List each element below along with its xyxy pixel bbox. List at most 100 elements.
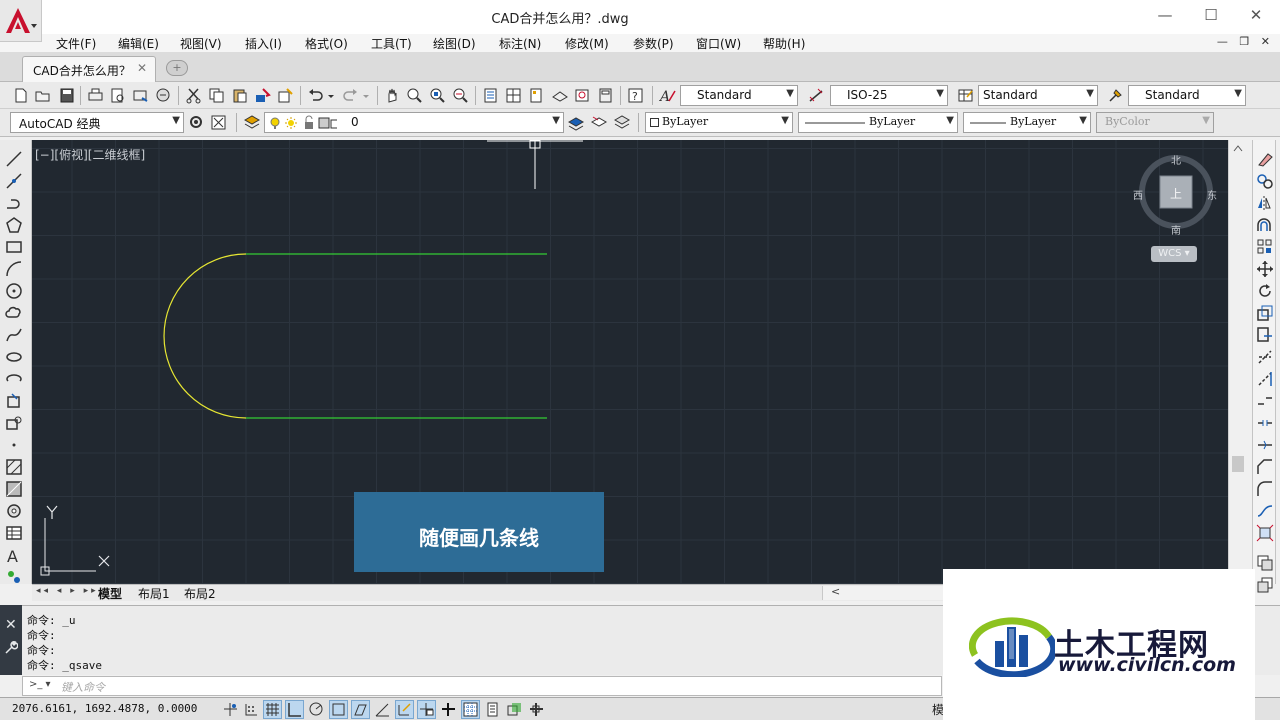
tab-layout1[interactable]: 布局1 xyxy=(138,585,170,602)
help-icon[interactable]: ? xyxy=(627,87,644,104)
tab-layout2[interactable]: 布局2 xyxy=(184,585,216,602)
match-properties-icon[interactable] xyxy=(254,87,271,104)
dynamic-ucs-icon[interactable] xyxy=(395,700,414,719)
stretch-icon[interactable] xyxy=(1256,326,1274,344)
dimension-style-icon[interactable] xyxy=(808,87,825,104)
menu-dimension[interactable]: 标注(N) xyxy=(499,35,541,52)
multileader-style-icon[interactable] xyxy=(1107,87,1124,104)
menu-draw[interactable]: 绘图(D) xyxy=(433,35,476,52)
save-icon[interactable] xyxy=(58,87,75,104)
tab-model[interactable]: 模型 xyxy=(98,585,122,602)
viewcube-east[interactable]: 东 xyxy=(1207,187,1217,202)
workspace-settings-icon[interactable] xyxy=(188,114,205,131)
design-center-icon[interactable] xyxy=(505,87,522,104)
minimize-button[interactable]: — xyxy=(1142,4,1188,28)
plot-preview-icon[interactable] xyxy=(109,87,126,104)
color-combo[interactable]: ByLayer ▼ xyxy=(645,112,793,133)
blend-curves-icon[interactable] xyxy=(1256,502,1274,520)
layer-properties-icon[interactable] xyxy=(243,114,260,131)
viewcube-south[interactable]: 南 xyxy=(1171,222,1181,237)
undo-icon[interactable] xyxy=(307,87,324,104)
copy-icon[interactable] xyxy=(208,87,225,104)
ortho-mode-icon[interactable] xyxy=(285,700,304,719)
break-icon[interactable] xyxy=(1256,414,1274,432)
3d-dwf-icon[interactable] xyxy=(155,87,172,104)
paste-icon[interactable] xyxy=(231,87,248,104)
application-menu-button[interactable] xyxy=(0,0,42,42)
zoom-previous-icon[interactable] xyxy=(452,87,469,104)
make-block-icon[interactable] xyxy=(5,414,23,432)
trim-icon[interactable] xyxy=(1256,348,1274,366)
viewcube-north[interactable]: 北 xyxy=(1171,152,1181,167)
command-input[interactable]: >_ ▾ 键入命令 xyxy=(22,676,942,696)
polar-tracking-icon[interactable] xyxy=(308,701,325,718)
selection-cycling-icon[interactable] xyxy=(506,701,523,718)
polygon-icon[interactable] xyxy=(5,216,23,234)
open-file-icon[interactable] xyxy=(34,87,51,104)
infer-constraints-icon[interactable] xyxy=(222,701,239,718)
menu-insert[interactable]: 插入(I) xyxy=(245,35,282,52)
insert-block-icon[interactable] xyxy=(5,392,23,410)
undo-dropdown-icon[interactable] xyxy=(327,87,336,104)
customize-workspace-icon[interactable] xyxy=(210,114,227,131)
join-icon[interactable] xyxy=(1256,436,1274,454)
make-current-layer-icon[interactable] xyxy=(567,114,584,131)
close-command-window-icon[interactable]: ✕ xyxy=(5,617,17,633)
array-icon[interactable] xyxy=(1256,238,1274,256)
viewcube[interactable]: 北 南 东 西 上 xyxy=(1133,152,1217,237)
polyline-icon[interactable] xyxy=(5,194,23,212)
scroll-left-icon[interactable]: < xyxy=(831,585,840,598)
menu-modify[interactable]: 修改(M) xyxy=(565,35,609,52)
workspace-combo[interactable]: AutoCAD 经典 ▼ xyxy=(10,112,184,133)
layer-states-icon[interactable] xyxy=(613,114,630,131)
region-icon[interactable] xyxy=(5,502,23,520)
copy-object-icon[interactable] xyxy=(1256,172,1274,190)
multileader-style-combo[interactable]: Standard ▼ xyxy=(1128,85,1246,106)
dimension-style-combo[interactable]: ISO-25 ▼ xyxy=(830,85,948,106)
arc-icon[interactable] xyxy=(5,260,23,278)
rotate-icon[interactable] xyxy=(1256,282,1274,300)
table-style-icon[interactable] xyxy=(957,87,974,104)
tool-palettes-icon[interactable] xyxy=(528,87,545,104)
scale-icon[interactable] xyxy=(1256,304,1274,322)
add-selected-icon[interactable] xyxy=(5,568,23,586)
zoom-window-icon[interactable] xyxy=(429,87,446,104)
new-tab-button[interactable]: + xyxy=(166,60,188,76)
redo-icon[interactable] xyxy=(342,87,359,104)
layer-combo[interactable]: 0 ▼ xyxy=(264,112,564,133)
menu-format[interactable]: 格式(O) xyxy=(305,35,348,52)
viewcube-top-face[interactable]: 上 xyxy=(1170,185,1182,202)
object-snap-tracking-icon[interactable] xyxy=(374,701,391,718)
sheet-set-icon[interactable] xyxy=(551,87,568,104)
zoom-realtime-icon[interactable] xyxy=(406,87,423,104)
lineweight-display-icon[interactable] xyxy=(440,701,457,718)
3d-object-snap-icon[interactable] xyxy=(351,700,370,719)
scroll-up-icon[interactable] xyxy=(1233,144,1243,152)
menu-tools[interactable]: 工具(T) xyxy=(371,35,412,52)
document-window-controls[interactable]: — ❐ ✕ xyxy=(1217,35,1274,48)
hatch-icon[interactable] xyxy=(5,458,23,476)
circle-icon[interactable] xyxy=(5,282,23,300)
vertical-scroll-thumb[interactable] xyxy=(1232,456,1244,472)
quick-properties-icon[interactable] xyxy=(484,701,501,718)
spline-icon[interactable] xyxy=(5,326,23,344)
chamfer-icon[interactable] xyxy=(1256,458,1274,476)
draworder-back-icon[interactable] xyxy=(1256,576,1274,594)
coordinate-readout[interactable]: 2076.6161, 1692.4878, 0.0000 xyxy=(12,702,197,715)
grid-display-icon[interactable] xyxy=(263,700,282,719)
extend-icon[interactable] xyxy=(1256,370,1274,388)
cut-icon[interactable] xyxy=(185,87,202,104)
dynamic-input-icon[interactable] xyxy=(417,700,436,719)
menu-parameters[interactable]: 参数(P) xyxy=(633,35,674,52)
menu-window[interactable]: 窗口(W) xyxy=(696,35,741,52)
layer-previous-icon[interactable] xyxy=(590,114,607,131)
text-style-combo[interactable]: Standard ▼ xyxy=(680,85,798,106)
document-tab-close-icon[interactable]: ✕ xyxy=(137,61,147,75)
rectangle-icon[interactable] xyxy=(5,238,23,256)
new-file-icon[interactable] xyxy=(12,87,29,104)
maximize-button[interactable]: ☐ xyxy=(1188,4,1234,28)
mirror-icon[interactable] xyxy=(1256,194,1274,212)
menu-view[interactable]: 视图(V) xyxy=(180,35,222,52)
line-tool-icon[interactable] xyxy=(5,150,23,168)
close-button[interactable]: ✕ xyxy=(1233,4,1279,28)
